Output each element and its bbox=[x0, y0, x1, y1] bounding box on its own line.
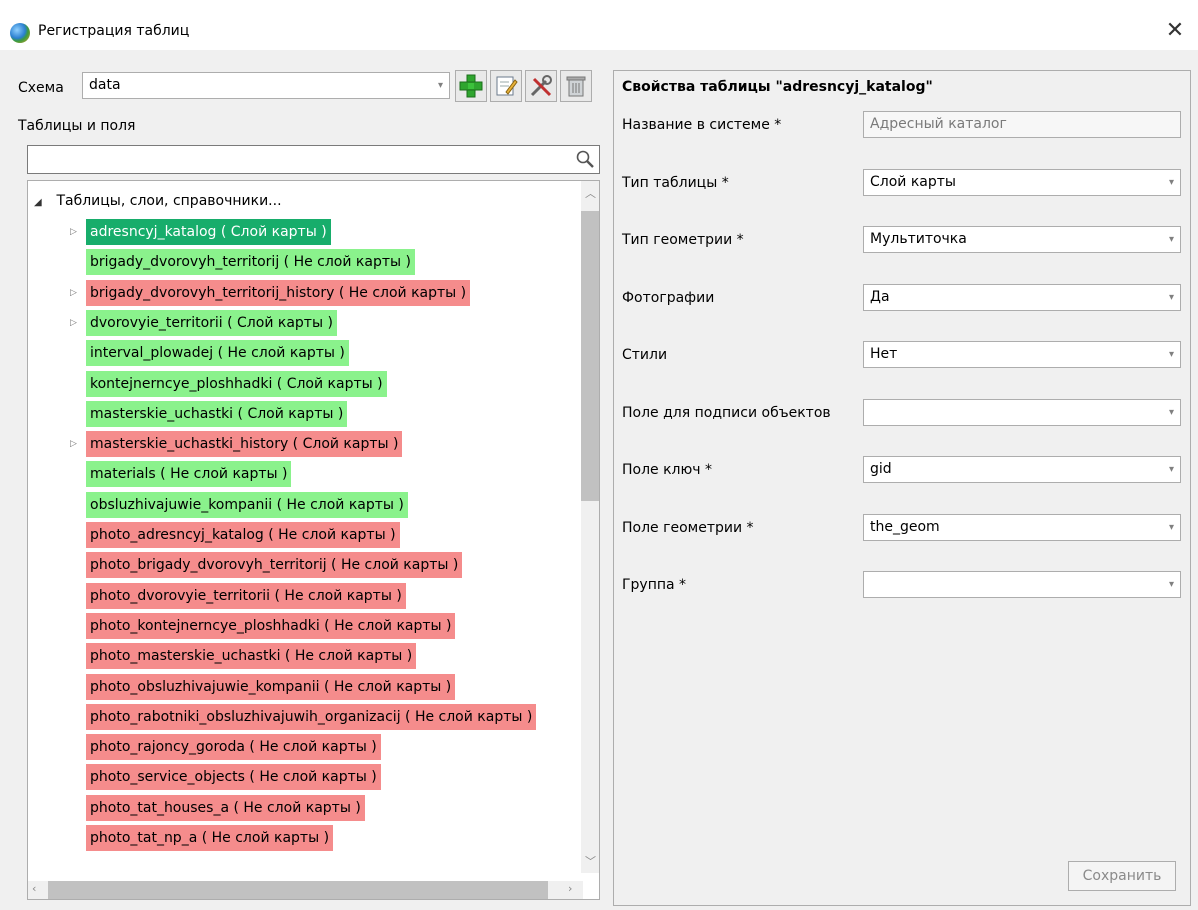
scroll-down-icon[interactable]: ﹀ bbox=[585, 853, 596, 869]
tree-item[interactable]: photo_brigady_dvorovyh_territorij ( Не с… bbox=[86, 552, 463, 579]
chevron-down-icon: ▾ bbox=[1168, 176, 1174, 188]
tree-item[interactable]: brigady_dvorovyh_territorij ( Не слой ка… bbox=[86, 249, 415, 276]
tree-item[interactable]: obsluzhivajuwie_kompanii ( Не слой карты… bbox=[86, 491, 408, 518]
system-name-field[interactable]: Адресный каталог bbox=[863, 111, 1181, 138]
property-label: Поле для подписи объектов bbox=[622, 404, 831, 421]
expand-icon[interactable]: ▷ bbox=[70, 227, 77, 237]
horizontal-scroll-thumb[interactable] bbox=[48, 881, 548, 899]
property-select[interactable]: ▾ bbox=[863, 398, 1181, 426]
property-value: Слой карты bbox=[870, 173, 956, 190]
search-input[interactable] bbox=[27, 145, 600, 174]
chevron-down-icon: ▾ bbox=[1168, 234, 1174, 245]
chevron-down-icon: ▾ bbox=[437, 80, 443, 91]
chevron-down-icon: ▾ bbox=[1168, 349, 1174, 360]
tree-item[interactable]: interval_plowadej ( Не слой карты ) bbox=[86, 340, 349, 367]
property-label: Группа * bbox=[622, 577, 687, 593]
tree-item[interactable]: photo_obsluzhivajuwie_kompanii ( Не слой… bbox=[86, 673, 456, 700]
tree-item[interactable]: photo_dvorovyie_territorii ( Не слой кар… bbox=[86, 582, 406, 609]
schema-select[interactable]: data ▾ bbox=[82, 72, 450, 99]
tree-item[interactable]: adresncyj_katalog ( Слой карты ) bbox=[86, 219, 331, 245]
schema-label: Схема bbox=[18, 80, 64, 96]
scroll-up-icon[interactable]: ︿ bbox=[585, 185, 596, 201]
property-select[interactable]: Нет ▾ bbox=[863, 341, 1181, 368]
chevron-down-icon: ▾ bbox=[1168, 521, 1174, 533]
chevron-down-icon: ▾ bbox=[1168, 579, 1174, 590]
tree-root[interactable]: ◢ Таблицы, слои, справочники... bbox=[34, 193, 282, 209]
chevron-down-icon: ▾ bbox=[1168, 291, 1174, 303]
window-title: Регистрация таблиц bbox=[38, 23, 190, 39]
property-label: Поле геометрии * bbox=[622, 519, 754, 536]
save-button[interactable]: Сохранить bbox=[1068, 861, 1176, 891]
tree-item[interactable]: photo_service_objects ( Не слой карты ) bbox=[86, 764, 381, 791]
tree-root-label: Таблицы, слои, справочники... bbox=[56, 193, 282, 209]
tables-tree[interactable]: ◢ Таблицы, слои, справочники... ▷ adresnc… bbox=[27, 180, 600, 900]
property-value: Да bbox=[870, 288, 890, 305]
scroll-right-icon[interactable]: › bbox=[568, 882, 572, 895]
vertical-scroll-thumb[interactable] bbox=[581, 211, 599, 501]
tree-item[interactable]: masterskie_uchastki_history ( Слой карты… bbox=[86, 431, 403, 458]
tree-item[interactable]: dvorovyie_territorii ( Слой карты ) bbox=[86, 309, 337, 336]
tree-item[interactable]: photo_masterskie_uchastki ( Не слой карт… bbox=[86, 643, 417, 670]
tree-item[interactable]: kontejnerncye_ploshhadki ( Слой карты ) bbox=[86, 370, 387, 397]
delete-table-button[interactable] bbox=[560, 70, 592, 102]
search-icon[interactable] bbox=[575, 149, 595, 169]
tools-icon bbox=[530, 75, 552, 97]
tree-item[interactable]: photo_tat_houses_a ( Не слой карты ) bbox=[86, 794, 365, 821]
tree-item[interactable]: photo_rajoncy_goroda ( Не слой карты ) bbox=[86, 734, 381, 761]
property-label: Фотографии bbox=[622, 289, 715, 306]
property-select[interactable]: the_geom ▾ bbox=[863, 513, 1181, 541]
property-value: Адресный каталог bbox=[870, 116, 1007, 132]
edit-table-button[interactable] bbox=[490, 70, 522, 102]
chevron-down-icon: ▾ bbox=[1168, 406, 1174, 418]
tree-item[interactable]: photo_kontejnerncye_ploshhadki ( Не слой… bbox=[86, 612, 456, 639]
schema-value: data bbox=[89, 77, 121, 93]
property-label: Поле ключ * bbox=[622, 462, 713, 478]
property-label: Название в системе * bbox=[622, 117, 782, 133]
scroll-left-icon[interactable]: ‹ bbox=[32, 882, 36, 895]
tree-item[interactable]: brigady_dvorovyh_territorij_history ( Не… bbox=[86, 279, 471, 306]
settings-button[interactable] bbox=[525, 70, 557, 102]
add-icon bbox=[459, 74, 483, 98]
property-value: Нет bbox=[870, 346, 898, 362]
property-value: the_geom bbox=[870, 518, 940, 535]
property-label: Тип таблицы * bbox=[622, 174, 729, 191]
delete-icon bbox=[566, 76, 586, 97]
tree-item[interactable]: photo_tat_np_a ( Не слой карты ) bbox=[86, 825, 334, 851]
properties-title: Свойства таблицы "adresncyj_katalog" bbox=[622, 79, 933, 95]
globe-app-icon bbox=[10, 23, 30, 43]
add-table-button[interactable] bbox=[455, 70, 487, 102]
property-select[interactable]: Слой карты ▾ bbox=[863, 168, 1181, 196]
property-select[interactable]: ▾ bbox=[863, 571, 1181, 598]
table-properties-panel: Свойства таблицы "adresncyj_katalog" Наз… bbox=[613, 70, 1191, 906]
close-icon[interactable]: ✕ bbox=[1160, 16, 1190, 46]
horizontal-scrollbar[interactable]: ‹ › bbox=[28, 881, 583, 899]
property-select[interactable]: Да ▾ bbox=[863, 283, 1181, 311]
tree-item[interactable]: masterskie_uchastki ( Слой карты ) bbox=[86, 400, 348, 427]
property-label: Тип геометрии * bbox=[622, 232, 744, 248]
tree-item[interactable]: materials ( Не слой карты ) bbox=[86, 461, 292, 488]
edit-icon bbox=[496, 76, 518, 96]
vertical-scrollbar[interactable]: ︿ ﹀ bbox=[581, 181, 599, 873]
tables-label: Таблицы и поля bbox=[18, 118, 136, 134]
tree-item[interactable]: photo_adresncyj_katalog ( Не слой карты … bbox=[86, 522, 400, 548]
property-select[interactable]: Мультиточка ▾ bbox=[863, 226, 1181, 253]
collapse-icon[interactable]: ◢ bbox=[34, 197, 52, 208]
expand-icon[interactable]: ▷ bbox=[70, 318, 77, 328]
property-select[interactable]: gid ▾ bbox=[863, 456, 1181, 483]
tree-item[interactable]: photo_rabotniki_obsluzhivajuwih_organiza… bbox=[86, 703, 537, 730]
title-bar: Регистрация таблиц ✕ bbox=[0, 0, 1198, 50]
property-value: gid bbox=[870, 461, 892, 477]
expand-icon[interactable]: ▷ bbox=[70, 439, 77, 449]
property-label: Стили bbox=[622, 347, 668, 363]
expand-icon[interactable]: ▷ bbox=[70, 288, 77, 298]
property-value: Мультиточка bbox=[870, 231, 967, 247]
chevron-down-icon: ▾ bbox=[1168, 464, 1174, 475]
